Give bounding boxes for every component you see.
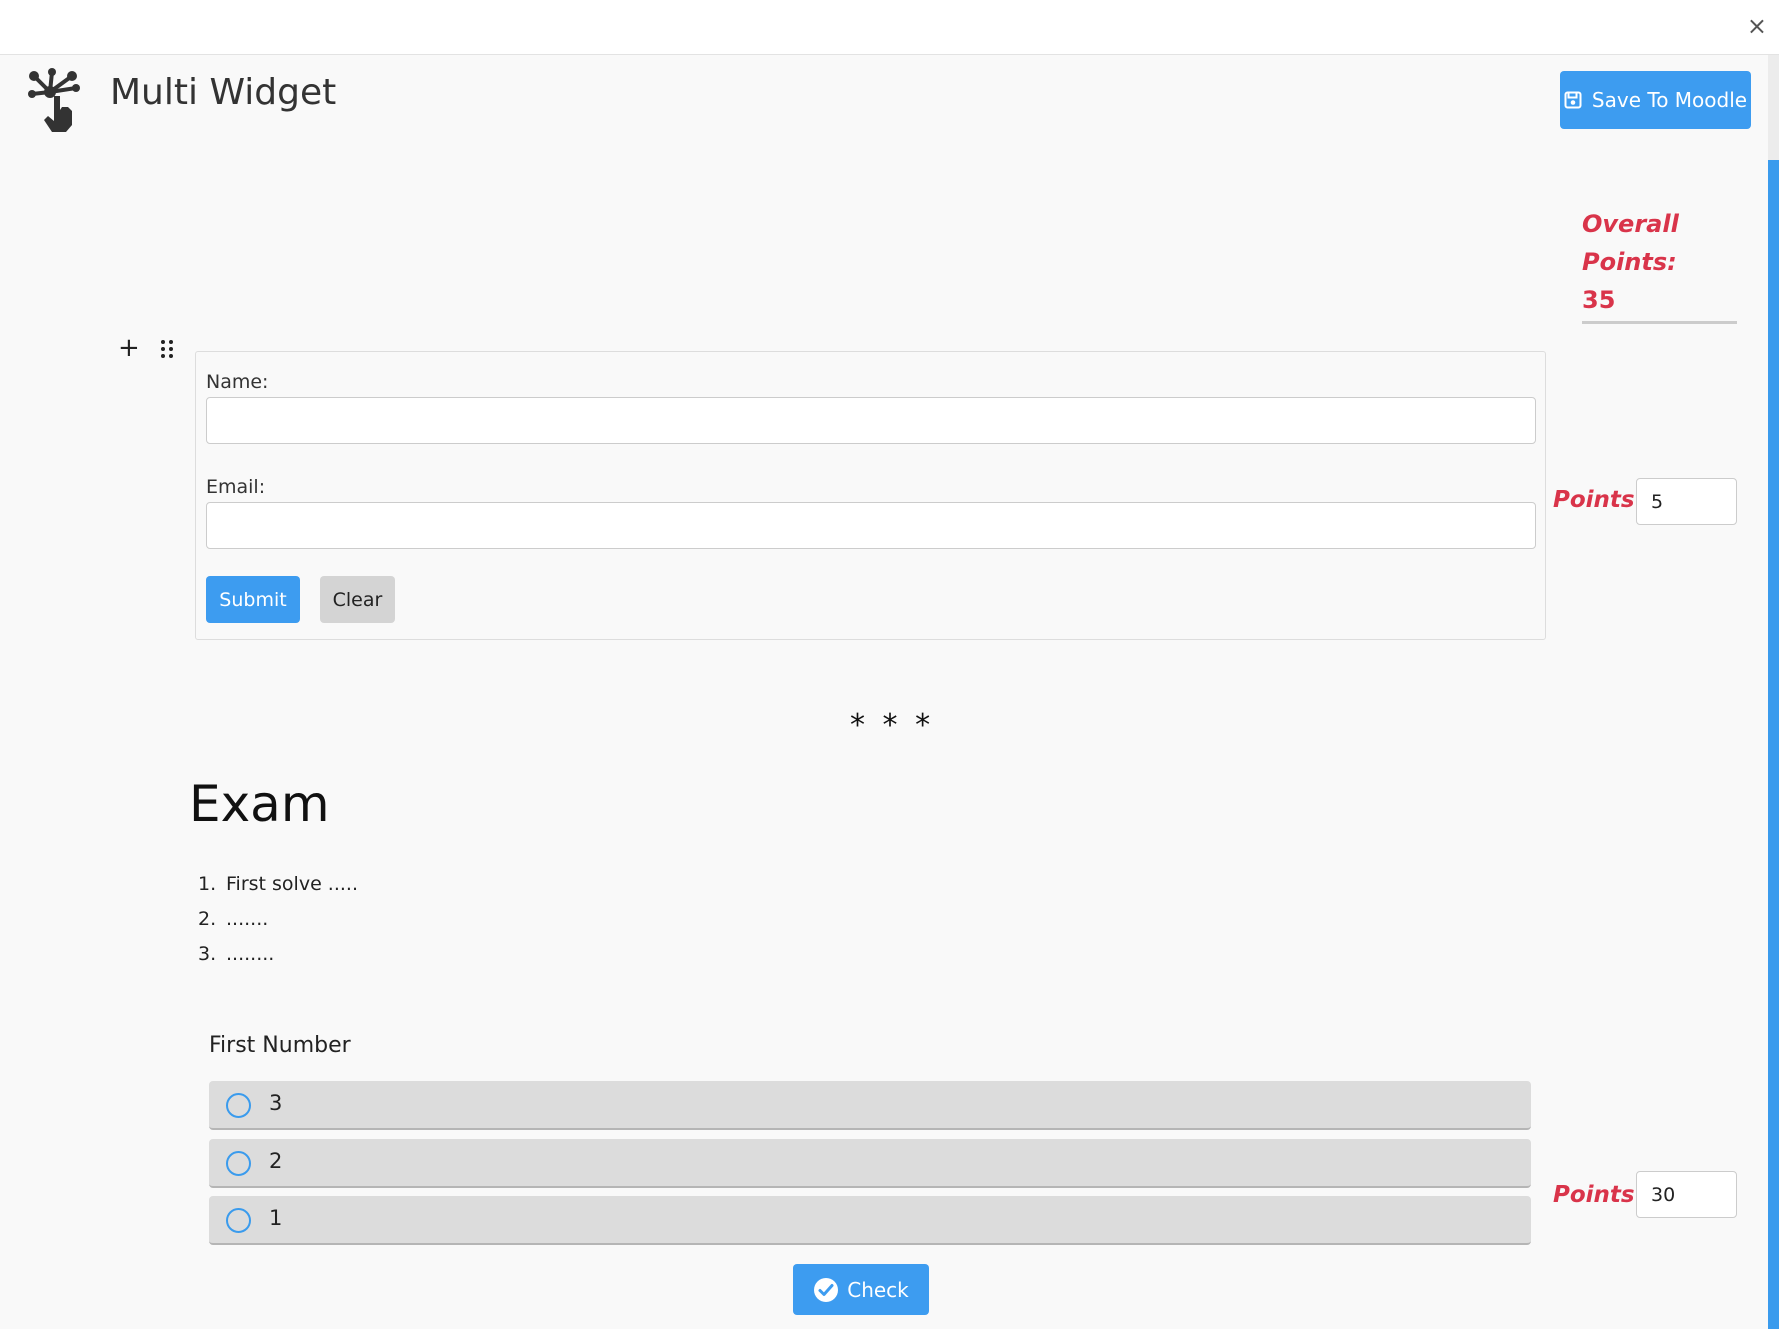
quiz-question: First Number [209, 1033, 351, 1058]
option-label: 3 [269, 1091, 283, 1115]
network-hand-icon [28, 68, 80, 132]
contact-form-widget: Name: Email: Submit Clear [195, 351, 1546, 640]
check-button[interactable]: Check [793, 1264, 929, 1315]
quiz-points-label: Points [1553, 1182, 1635, 1208]
quiz-option-2[interactable]: 2 [209, 1139, 1531, 1188]
overall-points-label: Overall Points: [1582, 210, 1679, 276]
section-separator: * * * [850, 708, 935, 743]
email-label: Email: [206, 476, 266, 498]
floppy-disk-icon [1564, 91, 1582, 109]
app-title: Multi Widget [110, 72, 337, 113]
option-label: 2 [269, 1149, 283, 1173]
quiz-option-3[interactable]: 3 [209, 1081, 1531, 1130]
scrollbar-thumb[interactable] [1768, 160, 1779, 1329]
form-points-input[interactable] [1636, 478, 1737, 525]
overall-points-value: 35 [1582, 286, 1616, 314]
form-points-label: Points [1553, 487, 1635, 513]
radio-button[interactable] [226, 1208, 251, 1233]
radio-button[interactable] [226, 1151, 251, 1176]
close-button[interactable]: × [1747, 14, 1767, 38]
name-label: Name: [206, 371, 269, 393]
list-item: 3......... [198, 943, 275, 965]
check-button-label: Check [847, 1277, 909, 1302]
save-to-moodle-button[interactable]: Save To Moodle [1560, 71, 1751, 129]
clear-button[interactable]: Clear [320, 576, 395, 623]
exam-instructions-list: 1. First solve ..... 2........ 3......... [198, 873, 358, 978]
option-label: 1 [269, 1206, 283, 1230]
email-input[interactable] [206, 502, 1536, 549]
quiz-option-1[interactable]: 1 [209, 1196, 1531, 1245]
quiz-points-input[interactable] [1636, 1171, 1737, 1218]
check-circle-icon [814, 1277, 839, 1302]
name-input[interactable] [206, 397, 1536, 444]
overall-points: Overall Points: 35 [1582, 205, 1737, 324]
save-button-label: Save To Moodle [1591, 88, 1748, 112]
list-item: 2........ [198, 908, 269, 930]
modal-header: × [0, 0, 1779, 55]
add-widget-icon[interactable]: + [118, 335, 140, 361]
submit-button[interactable]: Submit [206, 576, 300, 623]
list-item: 1. First solve ..... [198, 873, 358, 895]
drag-handle-icon[interactable] [160, 339, 174, 359]
radio-button[interactable] [226, 1093, 251, 1118]
exam-heading: Exam [189, 775, 330, 833]
